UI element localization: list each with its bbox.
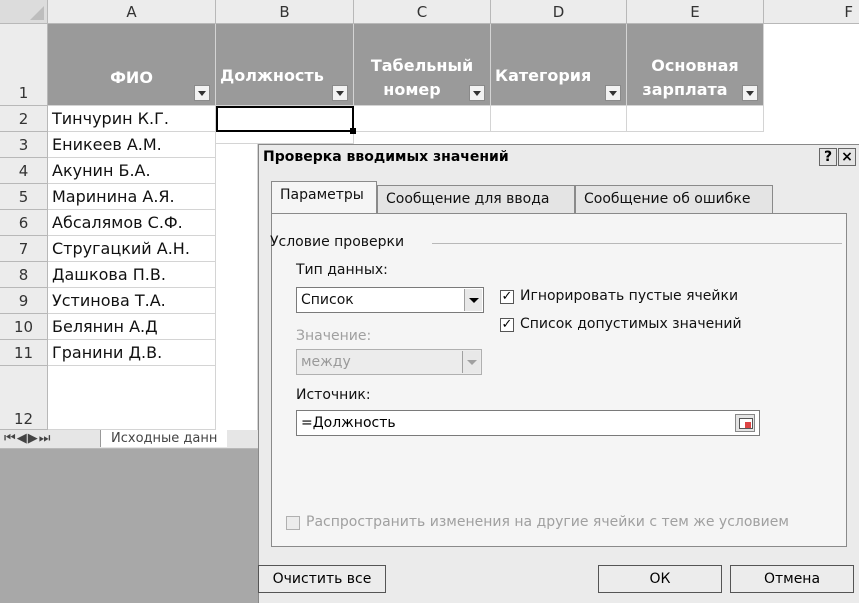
sheet-tab-source-data[interactable]: Исходные данн <box>100 430 228 447</box>
header-text-tabnum-line2: номер <box>383 80 441 99</box>
name-cell[interactable]: Абсалямов С.Ф. <box>48 210 216 236</box>
row-header-3[interactable]: 3 <box>0 132 48 158</box>
header-cell-position[interactable]: Должность <box>216 24 354 106</box>
column-header-b[interactable]: B <box>216 0 354 24</box>
row-header-11[interactable]: 11 <box>0 340 48 366</box>
row-header-5[interactable]: 5 <box>0 184 48 210</box>
column-header-f[interactable]: F <box>764 0 859 24</box>
column-header-e[interactable]: E <box>627 0 764 24</box>
filter-dropdown-tabnum[interactable] <box>469 85 485 101</box>
name-cell[interactable]: Тинчурин К.Г. <box>48 106 216 132</box>
row-header-8[interactable]: 8 <box>0 262 48 288</box>
group-divider <box>432 243 842 244</box>
chevron-down-icon[interactable] <box>464 289 482 311</box>
ignore-blank-checkbox[interactable]: ✓ <box>500 290 514 304</box>
column-header-d[interactable]: D <box>491 0 627 24</box>
tab-error-alert[interactable]: Сообщение об ошибке <box>575 185 773 213</box>
row-header-7[interactable]: 7 <box>0 236 48 262</box>
empty-cell[interactable] <box>627 106 764 132</box>
row-header-1[interactable]: 1 <box>0 24 48 106</box>
data-type-label: Тип данных: <box>296 262 388 278</box>
range-select-icon[interactable] <box>735 414 755 432</box>
row-header-6[interactable]: 6 <box>0 210 48 236</box>
header-cell-salary[interactable]: Основная зарплата <box>627 24 764 106</box>
column-header-c[interactable]: C <box>354 0 491 24</box>
data-type-value: Список <box>301 292 354 308</box>
header-text-salary-line2: зарплата <box>642 80 728 99</box>
ok-button[interactable]: ОК <box>598 565 722 593</box>
dialog-titlebar[interactable]: Проверка вводимых значений ? × <box>259 145 859 171</box>
name-cell[interactable]: Устинова Т.А. <box>48 288 216 314</box>
ignore-blank-label[interactable]: Игнорировать пустые ячейки <box>520 288 738 304</box>
header-text-category: Категория <box>495 66 592 85</box>
header-text-salary-line1: Основная <box>651 56 739 75</box>
fill-handle[interactable] <box>350 128 356 134</box>
header-text-position: Должность <box>220 66 324 85</box>
filter-dropdown-category[interactable] <box>605 85 621 101</box>
in-cell-dropdown-label[interactable]: Список допустимых значений <box>520 316 742 332</box>
name-cell[interactable]: Еникеев А.М. <box>48 132 216 158</box>
value-select-value: между <box>301 354 351 370</box>
empty-cell[interactable] <box>216 132 354 144</box>
data-type-select[interactable]: Список <box>296 287 484 313</box>
help-button[interactable]: ? <box>819 148 837 166</box>
name-cell[interactable]: Гранини Д.В. <box>48 340 216 366</box>
row-header-9[interactable]: 9 <box>0 288 48 314</box>
in-cell-dropdown-checkbox[interactable]: ✓ <box>500 318 514 332</box>
source-input[interactable]: =Должность <box>296 410 760 436</box>
source-input-value: =Должность <box>301 415 396 431</box>
row-header-2[interactable]: 2 <box>0 106 48 132</box>
row-header-10[interactable]: 10 <box>0 314 48 340</box>
source-label: Источник: <box>296 387 371 403</box>
tab-input-message[interactable]: Сообщение для ввода <box>377 185 575 213</box>
row-header-12[interactable]: 12 <box>0 366 48 430</box>
tab-parameters[interactable]: Параметры <box>271 181 377 214</box>
name-cell[interactable]: Дашкова П.В. <box>48 262 216 288</box>
empty-cell[interactable] <box>491 106 627 132</box>
sheet-tab-bar: ⏮◀▶⏭ Исходные данн <box>0 430 258 449</box>
validation-criteria-label: Условие проверки <box>270 234 405 250</box>
selected-cell-b2[interactable] <box>216 106 354 132</box>
filter-dropdown-fio[interactable] <box>194 85 210 101</box>
sheet-nav-arrows[interactable]: ⏮◀▶⏭ <box>4 431 51 446</box>
column-header-a[interactable]: A <box>48 0 216 24</box>
header-text-fio: ФИО <box>110 68 153 87</box>
apply-to-all-label: Распространить изменения на другие ячейк… <box>306 514 789 530</box>
name-cell[interactable]: Маринина А.Я. <box>48 184 216 210</box>
row-header-4[interactable]: 4 <box>0 158 48 184</box>
close-button[interactable]: × <box>838 148 856 166</box>
value-label: Значение: <box>296 328 372 344</box>
select-all-corner[interactable] <box>0 0 48 24</box>
name-cell[interactable]: Стругацкий А.Н. <box>48 236 216 262</box>
header-text-tabnum-line1: Табельный <box>370 56 474 75</box>
name-cell[interactable]: Белянин А.Д <box>48 314 216 340</box>
header-cell-tabnum[interactable]: Табельный номер <box>354 24 491 106</box>
filter-dropdown-salary[interactable] <box>742 85 758 101</box>
filter-dropdown-position[interactable] <box>332 85 348 101</box>
apply-to-all-checkbox <box>286 516 300 530</box>
empty-cell[interactable] <box>48 366 216 430</box>
value-select: между <box>296 349 482 375</box>
dialog-title: Проверка вводимых значений <box>263 149 509 165</box>
name-cell[interactable]: Акунин Б.А. <box>48 158 216 184</box>
cancel-button[interactable]: Отмена <box>730 565 854 593</box>
header-cell-category[interactable]: Категория <box>491 24 627 106</box>
empty-cell[interactable] <box>354 106 491 132</box>
chevron-down-icon <box>462 351 480 373</box>
header-cell-fio[interactable]: ФИО <box>48 24 216 106</box>
clear-all-button[interactable]: Очистить все <box>258 565 386 593</box>
column-b-cells[interactable] <box>216 144 258 430</box>
